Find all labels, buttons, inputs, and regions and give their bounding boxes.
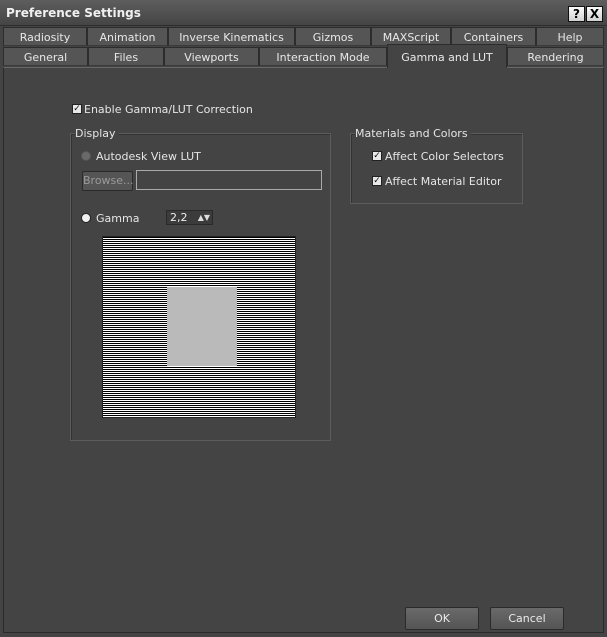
enable-gamma-checkbox[interactable]: ✓ bbox=[72, 104, 82, 114]
tab-gizmos[interactable]: Gizmos bbox=[295, 27, 371, 46]
tab-inverse-kinematics[interactable]: Inverse Kinematics bbox=[168, 27, 295, 46]
materials-group bbox=[350, 133, 523, 204]
lut-radio-label: Autodesk View LUT bbox=[96, 150, 201, 163]
browse-button[interactable]: Browse... bbox=[82, 171, 134, 191]
materials-group-label: Materials and Colors bbox=[355, 127, 471, 140]
gamma-radio-label: Gamma bbox=[96, 212, 140, 225]
close-button[interactable]: X bbox=[586, 6, 603, 22]
tab-rendering[interactable]: Rendering bbox=[507, 47, 604, 66]
tab-radiosity[interactable]: Radiosity bbox=[3, 27, 87, 46]
tab-row-2: General Files Viewports Interaction Mode… bbox=[3, 44, 604, 68]
ok-button[interactable]: OK bbox=[405, 607, 479, 630]
tab-row-1: Radiosity Animation Inverse Kinematics G… bbox=[3, 27, 604, 47]
enable-gamma-label: Enable Gamma/LUT Correction bbox=[84, 103, 253, 116]
display-group-label: Display bbox=[75, 127, 119, 140]
tab-animation[interactable]: Animation bbox=[87, 27, 168, 46]
window-title: Preference Settings bbox=[6, 6, 141, 20]
tab-gamma-and-lut[interactable]: Gamma and LUT bbox=[387, 44, 507, 68]
tab-viewports[interactable]: Viewports bbox=[164, 47, 259, 66]
gamma-value: 2,2 bbox=[170, 211, 188, 224]
affect-color-selectors-label: Affect Color Selectors bbox=[385, 150, 504, 163]
gamma-preview-swatch bbox=[167, 287, 237, 366]
affect-color-selectors-checkbox[interactable]: ✓ bbox=[372, 151, 382, 161]
help-button[interactable]: ? bbox=[568, 6, 585, 22]
cancel-button[interactable]: Cancel bbox=[490, 607, 564, 630]
gamma-spinner[interactable]: 2,2 ▲▼ bbox=[166, 210, 213, 225]
lut-radio[interactable] bbox=[81, 151, 91, 161]
affect-material-editor-label: Affect Material Editor bbox=[385, 175, 502, 188]
tab-help[interactable]: Help bbox=[536, 27, 604, 46]
spinner-arrows-icon[interactable]: ▲▼ bbox=[198, 212, 210, 223]
lut-path-field[interactable] bbox=[136, 170, 322, 190]
gamma-radio[interactable] bbox=[81, 213, 91, 223]
tab-general[interactable]: General bbox=[3, 47, 88, 66]
title-bar: Preference Settings ? X bbox=[0, 0, 607, 26]
gamma-preview-pattern bbox=[102, 236, 296, 418]
affect-material-editor-checkbox[interactable]: ✓ bbox=[372, 176, 382, 186]
tab-interaction-mode[interactable]: Interaction Mode bbox=[259, 47, 387, 66]
tab-files[interactable]: Files bbox=[88, 47, 164, 66]
